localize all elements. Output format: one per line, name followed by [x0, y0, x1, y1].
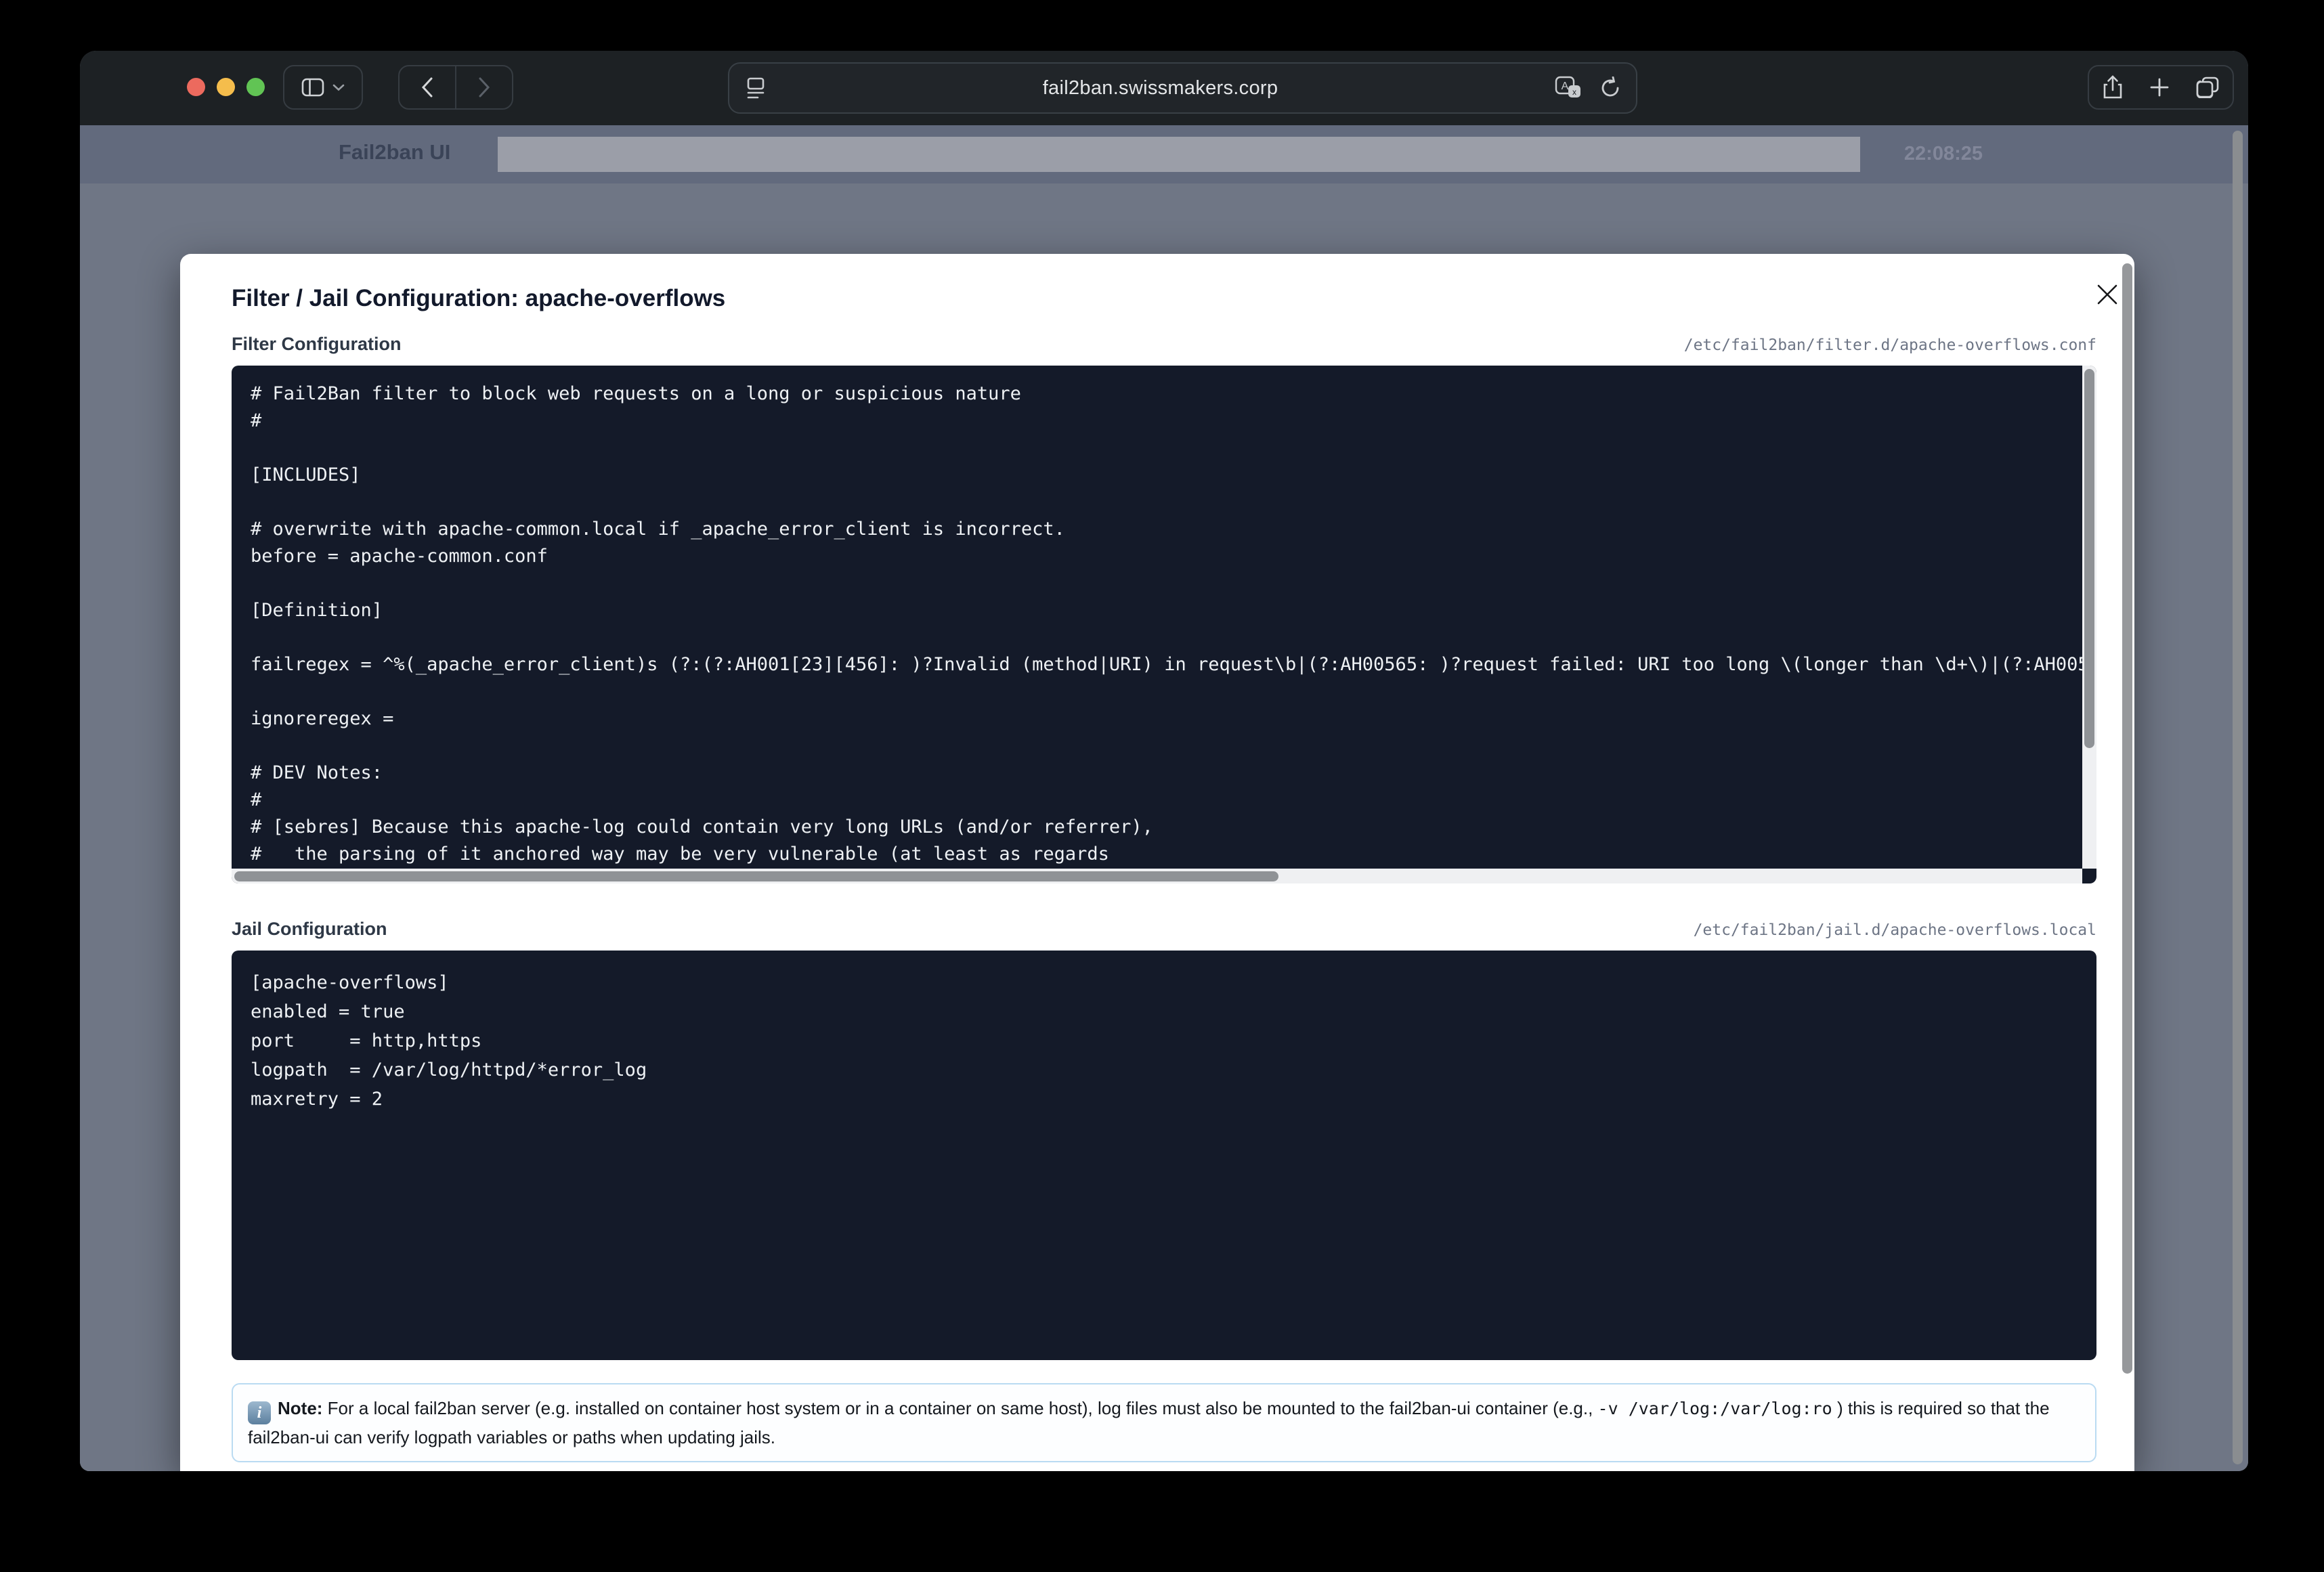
filter-jail-config-modal: Filter / Jail Configuration: apache-over…: [180, 254, 2134, 1471]
editor-vscroll-thumb[interactable]: [2084, 369, 2094, 748]
address-bar[interactable]: fail2ban.swissmakers.corp A x: [728, 62, 1637, 114]
traffic-light-zoom[interactable]: [246, 78, 265, 96]
browser-scrollbar[interactable]: [2233, 131, 2243, 1464]
sidebar-icon: [301, 78, 324, 97]
modal-scrollbar[interactable]: [2122, 263, 2132, 1374]
sidebar-toggle-button[interactable]: [283, 65, 363, 110]
translate-icon[interactable]: A x: [1555, 76, 1582, 100]
new-tab-button[interactable]: [2149, 77, 2170, 97]
filter-config-code[interactable]: # Fail2Ban filter to block web requests …: [232, 366, 2096, 883]
back-button[interactable]: [400, 66, 455, 108]
nav-menu-bar: [498, 137, 1860, 172]
chevron-down-icon: [332, 83, 345, 91]
browser-titlebar: fail2ban.swissmakers.corp A x: [80, 51, 2248, 125]
back-icon: [421, 77, 433, 97]
info-icon: i: [248, 1401, 271, 1424]
jail-config-path: /etc/fail2ban/jail.d/apache-overflows.lo…: [1694, 921, 2096, 939]
share-button[interactable]: [2103, 75, 2123, 100]
svg-text:A: A: [1562, 81, 1569, 92]
tabs-overview-button[interactable]: [2196, 77, 2219, 98]
close-icon: [2095, 282, 2119, 307]
traffic-light-minimize[interactable]: [217, 78, 235, 96]
filter-config-label: Filter Configuration: [232, 334, 401, 355]
page-backdrop: Fail2ban UI 22:08:25 Filter / Jail Confi…: [80, 125, 2248, 1471]
svg-text:x: x: [1572, 87, 1576, 97]
reload-icon[interactable]: [1599, 77, 1621, 100]
modal-title: Filter / Jail Configuration: apache-over…: [232, 285, 2096, 312]
app-brand: Fail2ban UI: [339, 140, 450, 165]
note-label: Note:: [278, 1398, 322, 1418]
clock-text: 22:08:25: [1904, 143, 1983, 165]
note-text-before: For a local fail2ban server (e.g. instal…: [322, 1398, 1597, 1418]
url-text: fail2ban.swissmakers.corp: [766, 77, 1555, 100]
filter-config-path: /etc/fail2ban/filter.d/apache-overflows.…: [1684, 336, 2096, 354]
jail-config-editor[interactable]: [apache-overflows] enabled = true port =…: [232, 951, 2096, 1360]
nav-buttons: [398, 65, 513, 110]
editor-hscroll-thumb[interactable]: [234, 871, 1278, 881]
note-box: i Note: For a local fail2ban server (e.g.…: [232, 1383, 2096, 1462]
jail-config-label: Jail Configuration: [232, 919, 387, 940]
note-code: -v /var/log:/var/log:ro: [1598, 1399, 1832, 1418]
browser-window: fail2ban.swissmakers.corp A x: [80, 51, 2248, 1471]
forward-button[interactable]: [456, 66, 512, 108]
reader-icon[interactable]: [746, 77, 766, 100]
app-navbar-dimmed: Fail2ban UI 22:08:25: [80, 125, 2248, 183]
traffic-light-close[interactable]: [187, 78, 205, 96]
close-button[interactable]: [2092, 280, 2122, 309]
filter-config-editor[interactable]: # Fail2Ban filter to block web requests …: [232, 366, 2096, 883]
jail-config-code[interactable]: [apache-overflows] enabled = true port =…: [232, 951, 2096, 1129]
forward-icon: [478, 77, 490, 97]
titlebar-right-buttons: [2088, 65, 2234, 110]
